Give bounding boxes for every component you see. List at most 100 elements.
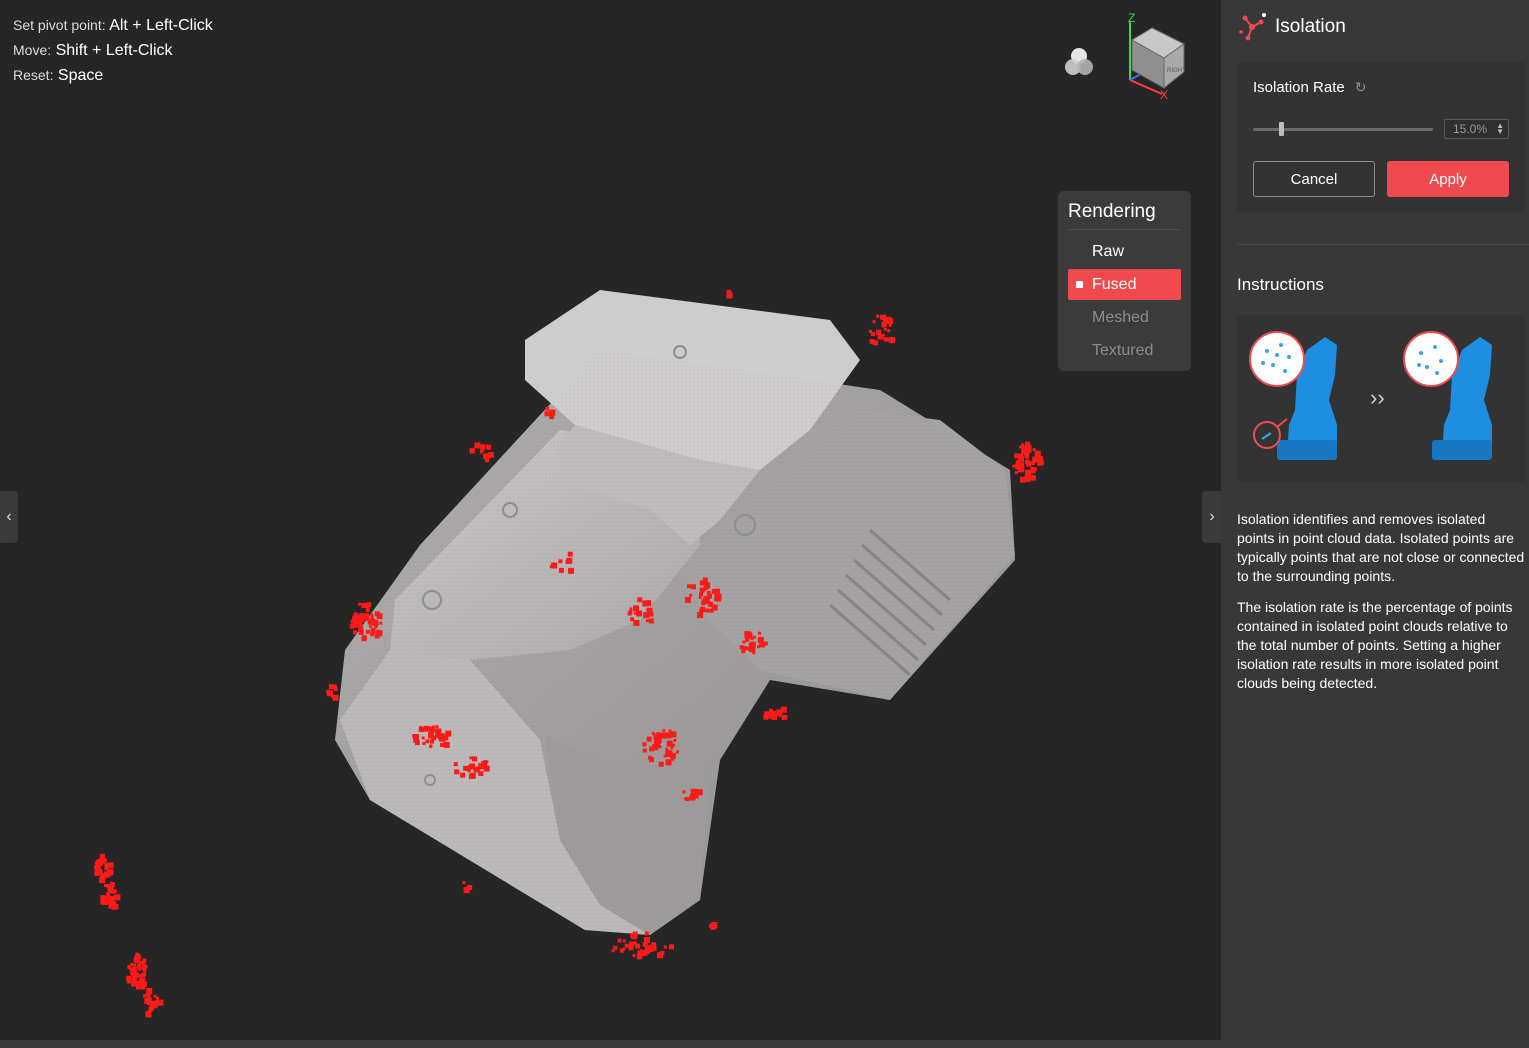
isolated-point: [646, 736, 652, 742]
isolated-point: [766, 714, 771, 719]
isolated-point: [1034, 450, 1041, 457]
isolated-point: [558, 567, 564, 573]
isolated-point: [888, 323, 892, 327]
spin-arrows-icon[interactable]: ▲ ▼: [1496, 122, 1504, 136]
isolated-point: [633, 941, 637, 945]
rendering-fused[interactable]: Fused: [1068, 269, 1181, 300]
isolated-point: [726, 289, 732, 295]
isolated-point: [644, 931, 649, 936]
isolated-point: [889, 337, 896, 344]
isolated-point: [1032, 448, 1036, 452]
panel-header: Isolation: [1237, 10, 1346, 44]
isolated-point: [649, 757, 655, 763]
hint-pivot: Set pivot point: Alt + Left-Click: [13, 17, 213, 34]
isolated-point: [648, 618, 654, 624]
isolated-point: [153, 1005, 157, 1009]
isolated-point: [1025, 459, 1030, 464]
isolated-point: [157, 999, 164, 1006]
isolated-point: [429, 745, 433, 748]
isolated-point: [558, 559, 563, 564]
isolated-point: [1038, 456, 1041, 460]
isolated-point: [453, 762, 458, 767]
isolated-point: [486, 444, 492, 450]
isolated-point: [642, 748, 647, 753]
isolated-point: [636, 954, 642, 960]
isolated-point: [1012, 464, 1016, 468]
isolation-rate-slider[interactable]: [1253, 122, 1433, 136]
isolated-point: [668, 729, 672, 733]
isolated-point: [365, 629, 370, 634]
isolated-point: [682, 790, 686, 794]
isolated-point: [155, 996, 159, 1000]
isolated-point: [758, 631, 761, 635]
slider-thumb[interactable]: [1279, 122, 1284, 136]
isolated-point: [126, 978, 132, 984]
isolated-point: [551, 562, 558, 569]
isolated-point: [131, 966, 137, 972]
isolated-point: [438, 733, 445, 740]
collapse-left-button[interactable]: ‹: [0, 491, 18, 543]
isolated-point: [700, 606, 705, 611]
3d-viewport[interactable]: Set pivot point: Alt + Left-Click Move: …: [0, 0, 1221, 1040]
isolated-point: [876, 314, 880, 318]
isolated-point: [94, 867, 99, 872]
isolated-point: [701, 580, 705, 584]
isolated-point: [112, 889, 117, 894]
isolated-point: [665, 759, 672, 766]
isolated-point: [460, 772, 466, 778]
material-toggle-icon[interactable]: [1061, 44, 1097, 80]
panel-divider: [1237, 244, 1529, 245]
rendering-title: Rendering: [1068, 201, 1181, 230]
isolation-rate-spinbox[interactable]: 15.0% ▲ ▼: [1444, 119, 1509, 139]
isolated-point: [147, 989, 151, 993]
isolated-point: [358, 630, 364, 635]
isolated-point: [776, 709, 783, 716]
isolated-point: [113, 904, 119, 910]
isolated-point: [483, 765, 490, 772]
isolated-point: [1018, 455, 1024, 462]
axis-x-label: X: [1160, 88, 1168, 102]
isolated-point: [764, 711, 768, 715]
apply-button[interactable]: Apply: [1387, 161, 1509, 197]
isolated-point: [699, 592, 703, 597]
isolated-point: [361, 635, 367, 641]
isolated-point: [661, 732, 667, 738]
isolated-point: [418, 727, 424, 733]
cancel-button[interactable]: Cancel: [1253, 161, 1375, 197]
bust-before: [1249, 331, 1337, 460]
isolated-point: [883, 337, 888, 342]
isolated-point: [135, 952, 140, 957]
rendering-textured: Textured: [1092, 342, 1154, 359]
isolated-point: [474, 442, 481, 449]
point-cloud-scene[interactable]: [0, 0, 1221, 1040]
isolation-icon: [1239, 13, 1266, 41]
isolated-point: [662, 729, 666, 733]
isolated-point: [666, 740, 673, 747]
isolated-point: [431, 725, 435, 729]
isolated-point: [622, 947, 626, 951]
isolated-point: [881, 333, 885, 337]
scanned-model: [335, 290, 1015, 935]
isolated-point: [137, 966, 142, 971]
rendering-raw[interactable]: Raw: [1068, 236, 1181, 267]
isolated-point: [480, 444, 486, 450]
isolated-point: [1025, 471, 1031, 478]
isolated-point: [356, 620, 360, 624]
isolated-point: [657, 952, 663, 958]
isolated-point: [440, 743, 444, 747]
isolated-point: [639, 949, 643, 953]
isolated-point: [1014, 471, 1018, 475]
isolated-point: [142, 966, 147, 971]
isolated-point: [106, 871, 110, 875]
reset-icon[interactable]: ↻: [1355, 79, 1367, 96]
axis-z-label: Z: [1128, 11, 1135, 25]
instructions-illustration: ››: [1237, 315, 1525, 482]
view-cube[interactable]: Z X RIGHT: [1118, 10, 1192, 102]
isolated-point: [443, 741, 450, 748]
cube-face-right: RIGHT: [1167, 68, 1186, 74]
isolated-point: [769, 708, 773, 713]
collapse-right-button[interactable]: ›: [1202, 491, 1221, 543]
isolated-point: [1020, 476, 1026, 483]
isolated-point: [673, 738, 677, 742]
isolated-point: [1030, 468, 1036, 474]
